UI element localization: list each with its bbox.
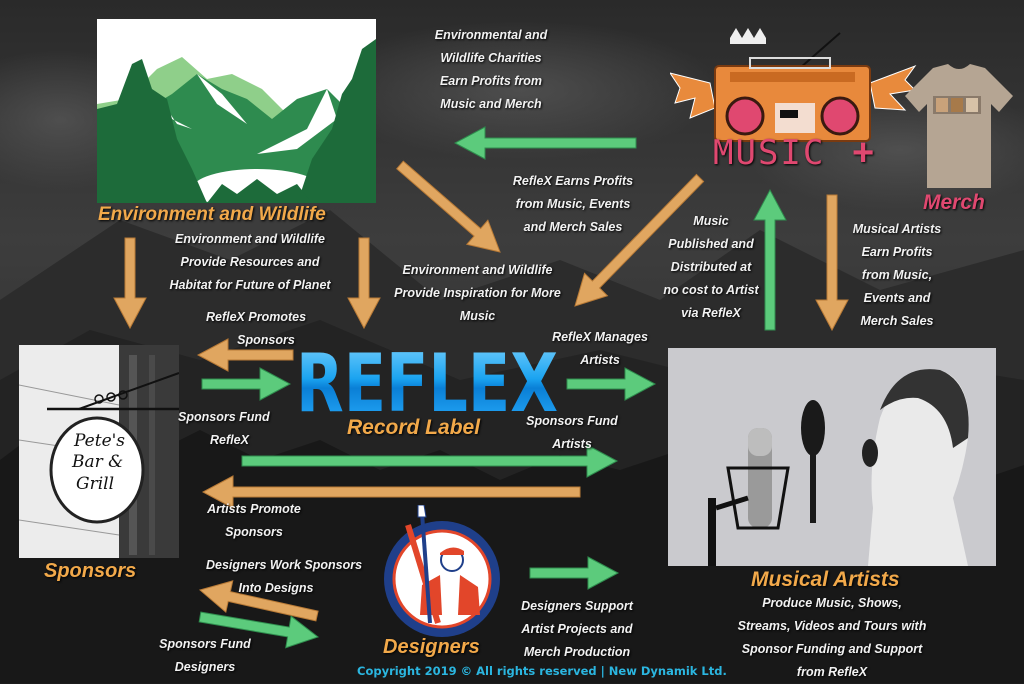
label-sponsors-fund-artists: Sponsors Fund Artists: [526, 414, 618, 451]
copyright-notice: Copyright 2019 © All rights reserved | N…: [357, 664, 727, 678]
arrow-music-to-environment: [453, 126, 637, 160]
label-artists-produce: Produce Music, Shows, Streams, Videos an…: [737, 596, 927, 679]
label-reflex-earns: RefleX Earns Profits from Music, Events …: [512, 174, 634, 234]
label-designers-work: Designers Work Sponsors Into Designs: [206, 558, 363, 595]
label-sponsors-fund-designers: Sponsors Fund Designers: [159, 637, 251, 674]
arrow-environment-inspiration: [396, 160, 501, 253]
label-reflex-promotes: RefleX Promotes Sponsors: [205, 310, 307, 347]
label-env-inspiration: Environment and Wildlife Provide Inspira…: [394, 263, 561, 323]
label-artists-earn: Musical Artists Earn Profits from Music,…: [852, 222, 942, 328]
arrow-designers-to-artists: [529, 556, 620, 590]
label-sponsors-fund-reflex: Sponsors Fund RefleX: [178, 410, 270, 447]
arrow-environment-to-reflex: [347, 237, 381, 330]
label-charities: Environmental and Wildlife Charities Ear…: [434, 28, 548, 111]
label-artists-promote: Artists Promote Sponsors: [207, 502, 301, 539]
label-reflex-manages: RefleX Manages Artists: [552, 330, 648, 367]
arrow-sponsors-to-reflex: [201, 367, 292, 401]
label-env-resources: Environment and Wildlife Provide Resourc…: [169, 232, 331, 292]
label-music-published: Music Published and Distributed at no co…: [663, 214, 759, 320]
label-designers-support: Designers Support Artist Projects and Me…: [521, 599, 633, 659]
arrow-reflex-to-artists: [566, 367, 657, 401]
arrow-environment-to-sponsors: [113, 237, 147, 330]
